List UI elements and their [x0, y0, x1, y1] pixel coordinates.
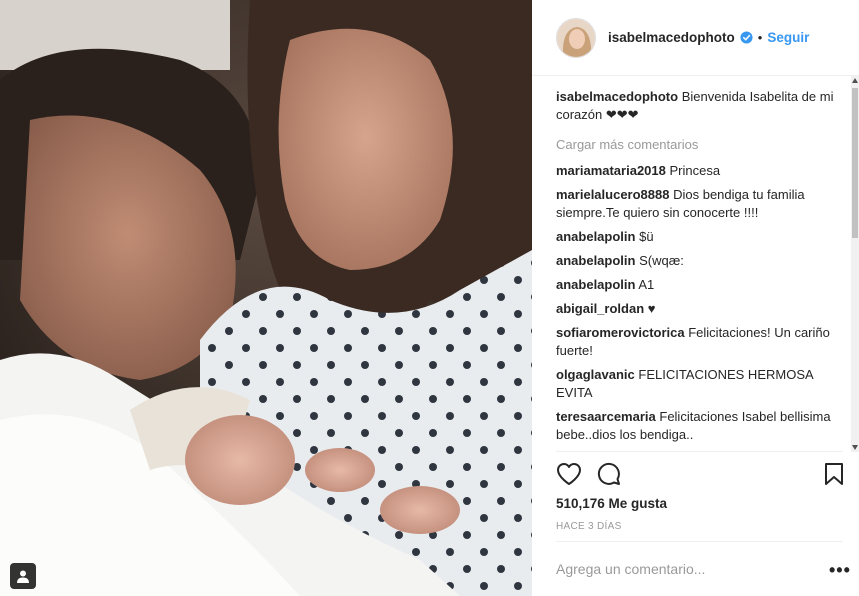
- add-comment-input[interactable]: [556, 556, 806, 582]
- avatar[interactable]: [556, 17, 596, 58]
- comment-item: abigail_roldan ♥: [556, 300, 844, 318]
- scroll-up-arrow-icon[interactable]: [852, 78, 858, 83]
- divider: [556, 451, 843, 452]
- comment-item: anabelapolin $ü: [556, 228, 844, 246]
- comment-username[interactable]: anabelapolin: [556, 253, 635, 268]
- post-side-panel: isabelmacedophoto • Seguir isabelmacedop…: [532, 0, 859, 596]
- like-button[interactable]: [556, 462, 582, 489]
- comment-item: marielalucero8888 Dios bendiga tu famili…: [556, 186, 844, 222]
- comment-text: $ü: [639, 229, 654, 244]
- user-tag-icon: [17, 570, 29, 583]
- follow-button[interactable]: Seguir: [767, 30, 809, 45]
- likes-count[interactable]: 510,176 Me gusta: [556, 496, 667, 511]
- post-photo-image: [0, 0, 532, 596]
- post-actions: [556, 462, 848, 488]
- comment-username[interactable]: abigail_roldan: [556, 301, 644, 316]
- post-timestamp[interactable]: HACE 3 DÍAS: [556, 521, 622, 532]
- scrollbar-thumb[interactable]: [852, 88, 858, 238]
- comments-scrollbar[interactable]: [851, 76, 859, 452]
- post-photo[interactable]: [0, 0, 532, 596]
- load-more-comments-button[interactable]: Cargar más comentarios: [556, 136, 844, 154]
- comment-item: mariamataria2018 Princesa: [556, 162, 844, 180]
- avatar-image: [557, 18, 595, 57]
- header-separator: •: [757, 30, 763, 45]
- heart-icon: [557, 463, 581, 485]
- comment-username[interactable]: mariamataria2018: [556, 163, 666, 178]
- comment-username[interactable]: sofiaromerovictorica: [556, 325, 685, 340]
- scroll-down-arrow-icon[interactable]: [852, 445, 858, 450]
- comment-item: sofiaromerovictorica Felicitaciones! Un …: [556, 324, 844, 360]
- comment-username[interactable]: olgaglavanic: [556, 367, 635, 382]
- comment-username[interactable]: teresaarcemaria: [556, 409, 656, 424]
- bookmark-icon: [825, 463, 843, 485]
- comment-username[interactable]: anabelapolin: [556, 229, 635, 244]
- header-username[interactable]: isabelmacedophoto: [608, 30, 735, 45]
- comment-item: olgaglavanic FELICITACIONES HERMOSA EVIT…: [556, 366, 844, 402]
- comment-text: S(wqæ:: [639, 253, 684, 268]
- user-tag-button[interactable]: [10, 563, 36, 589]
- comment-username[interactable]: anabelapolin: [556, 277, 635, 292]
- post-header: isabelmacedophoto • Seguir: [532, 0, 859, 76]
- comment-text: A1: [638, 277, 655, 292]
- comment-item: anabelapolin A1: [556, 276, 844, 294]
- more-options-button[interactable]: •••: [829, 560, 851, 581]
- divider: [556, 541, 843, 542]
- comment-button[interactable]: [597, 462, 621, 489]
- comment-username[interactable]: marielalucero8888: [556, 187, 669, 202]
- comment-text: Princesa: [669, 163, 721, 178]
- comment-text: ♥: [647, 301, 656, 316]
- comment-item: anabelapolin S(wqæ:: [556, 252, 844, 270]
- save-button[interactable]: [824, 462, 844, 489]
- comment-item: teresaarcemaria Felicitaciones Isabel be…: [556, 408, 844, 444]
- verified-badge-icon: [740, 31, 753, 44]
- comment-icon: [597, 462, 620, 485]
- caption: isabelmacedophoto Bienvenida Isabelita d…: [556, 88, 844, 124]
- caption-username[interactable]: isabelmacedophoto: [556, 89, 678, 104]
- comments-list[interactable]: isabelmacedophoto Bienvenida Isabelita d…: [556, 88, 844, 450]
